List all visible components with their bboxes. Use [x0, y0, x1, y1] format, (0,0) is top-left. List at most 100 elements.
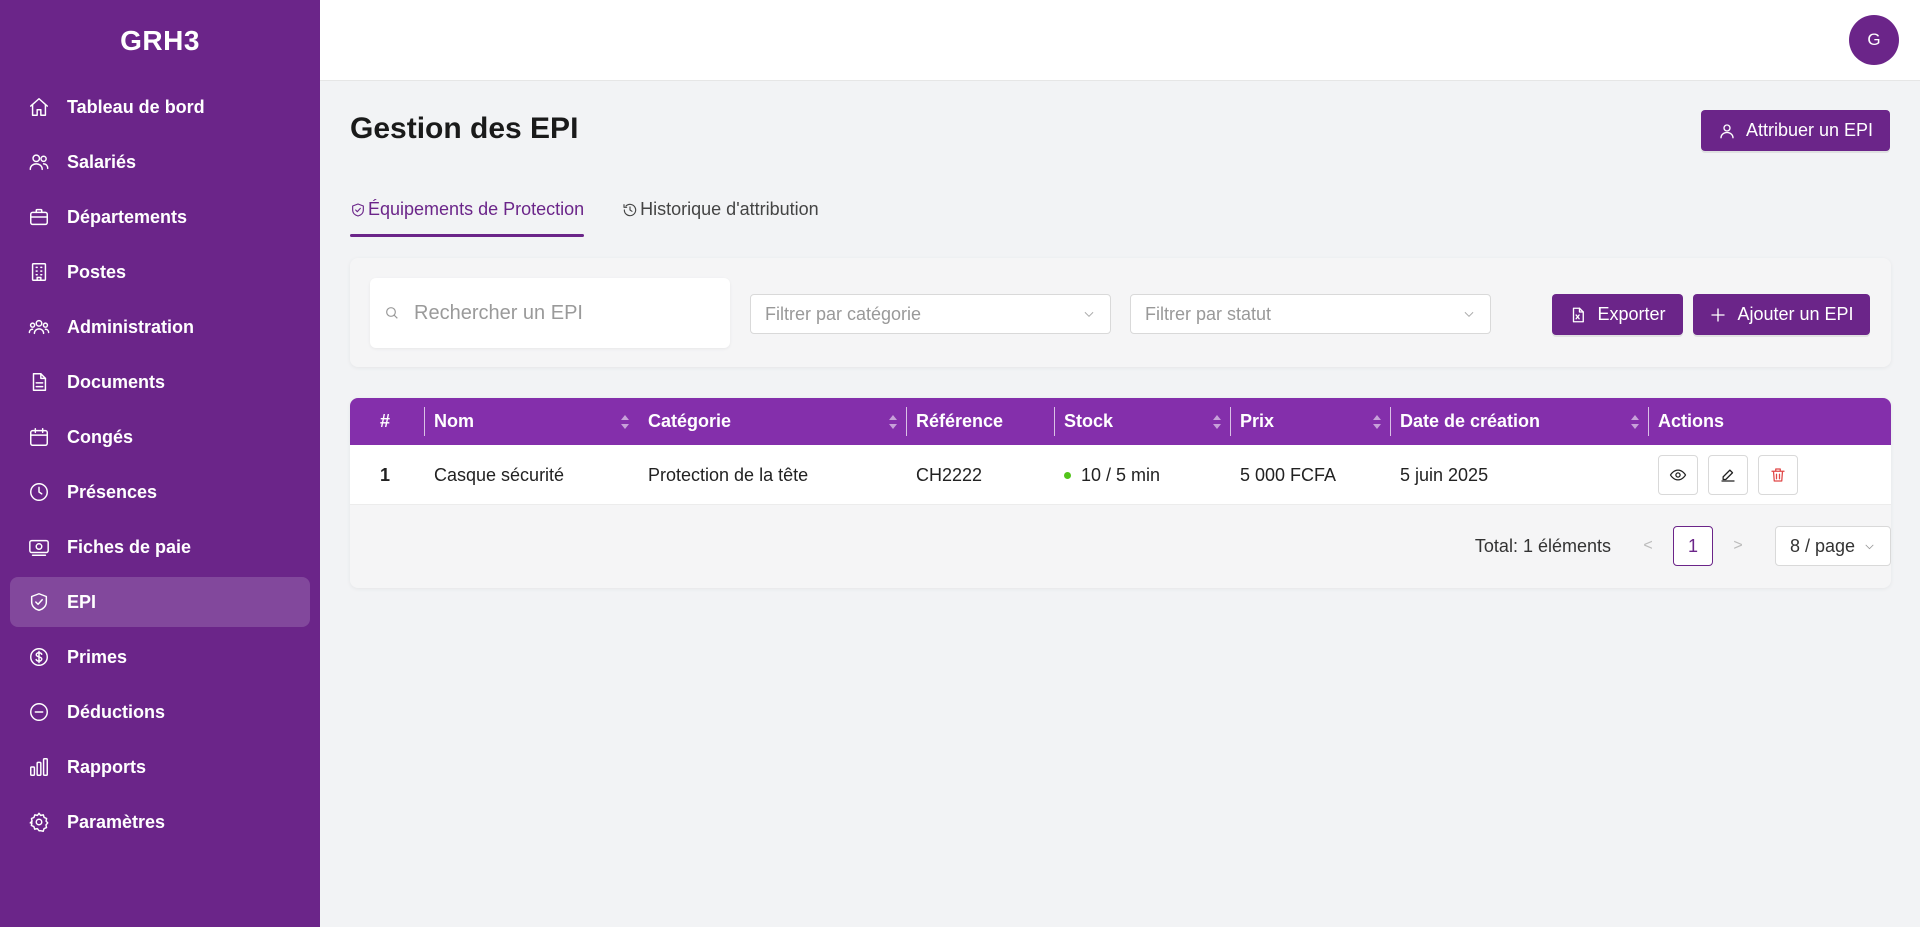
tabs: Équipements de Protection Historique d'a… — [350, 197, 857, 237]
sidebar-item-label: Documents — [67, 371, 166, 392]
sidebar-item-label: EPI — [67, 591, 97, 612]
sidebar-item-administration[interactable]: Administration — [10, 302, 310, 352]
sidebar-item-label: Déductions — [67, 701, 166, 722]
add-epi-button[interactable]: Ajouter un EPI — [1693, 294, 1870, 335]
tab-label: Équipements de Protection — [368, 199, 585, 219]
cell-categorie: Protection de la tête — [648, 464, 809, 485]
export-button[interactable]: Exporter — [1552, 294, 1683, 335]
bar-chart-icon — [27, 755, 51, 779]
filter-bar: Filtrer par catégorie Filtrer par statut… — [350, 258, 1891, 367]
tab-historique[interactable]: Historique d'attribution — [622, 197, 819, 237]
tab-label: Historique d'attribution — [640, 199, 819, 219]
sort-icon — [1372, 414, 1382, 430]
sidebar-item-label: Rapports — [67, 756, 147, 777]
sidebar-item-epi[interactable]: EPI — [10, 577, 310, 627]
cell-stock: 10 / 5 min — [1054, 445, 1230, 505]
sidebar-item-primes[interactable]: Primes — [10, 632, 310, 682]
sidebar: GRH3 Tableau de bord Salariés Départemen… — [0, 0, 320, 927]
brand-logo[interactable]: GRH3 — [0, 0, 320, 82]
epi-table: # Nom Catégorie Référence Stock Prix Dat… — [350, 398, 1891, 588]
next-page-button[interactable]: > — [1723, 526, 1753, 566]
stock-status-dot — [1064, 471, 1071, 479]
minus-circle-icon — [27, 700, 51, 724]
cell-index: 1 — [379, 464, 390, 485]
sidebar-item-label: Départements — [67, 206, 188, 227]
edit-button[interactable] — [1708, 455, 1748, 495]
column-header-date[interactable]: Date de création — [1390, 398, 1648, 445]
pagination-total: Total: 1 éléments — [1474, 535, 1611, 556]
shield-icon — [27, 590, 51, 614]
column-header-stock[interactable]: Stock — [1054, 398, 1230, 445]
search-input[interactable] — [414, 301, 704, 325]
dollar-circle-icon — [27, 645, 51, 669]
sort-icon — [1630, 414, 1640, 430]
team-icon — [27, 315, 51, 339]
column-header-label: Date de création — [1400, 411, 1541, 431]
chevron-down-icon — [1865, 544, 1874, 549]
table-header: # Nom Catégorie Référence Stock Prix Dat… — [350, 398, 1891, 445]
sidebar-item-label: Salariés — [67, 151, 137, 172]
sidebar-item-label: Fiches de paie — [67, 536, 192, 557]
assign-epi-button[interactable]: Attribuer un EPI — [1701, 110, 1890, 151]
sidebar-item-documents[interactable]: Documents — [10, 357, 310, 407]
category-filter-select[interactable]: Filtrer par catégorie — [750, 294, 1111, 334]
pencil-icon — [1721, 469, 1735, 482]
chevron-down-icon — [1464, 311, 1474, 317]
prev-page-button[interactable]: < — [1633, 526, 1663, 566]
search-box — [370, 278, 730, 348]
search-icon — [386, 307, 398, 319]
sidebar-nav: Tableau de bord Salariés Départements Po… — [0, 82, 320, 847]
sidebar-item-label: Tableau de bord — [67, 96, 205, 117]
column-header-actions: Actions — [1648, 398, 1891, 445]
sort-icon — [1212, 414, 1222, 430]
delete-button[interactable] — [1758, 455, 1798, 495]
sidebar-item-fiches-de-paie[interactable]: Fiches de paie — [10, 522, 310, 572]
status-filter-select[interactable]: Filtrer par statut — [1130, 294, 1491, 334]
calendar-icon — [27, 425, 51, 449]
column-header-categorie[interactable]: Catégorie — [638, 398, 906, 445]
status-filter-placeholder: Filtrer par statut — [1145, 303, 1272, 324]
table-row: 1 Casque sécurité Protection de la tête … — [350, 445, 1891, 505]
gear-icon — [27, 810, 51, 834]
chevron-down-icon — [1084, 311, 1094, 317]
column-header-label: Prix — [1240, 411, 1275, 431]
cell-reference: CH2222 — [916, 464, 983, 485]
banknote-icon — [27, 535, 51, 559]
home-icon — [27, 95, 51, 119]
column-header-nom[interactable]: Nom — [424, 398, 638, 445]
sidebar-item-deductions[interactable]: Déductions — [10, 687, 310, 737]
column-header-label: Nom — [434, 411, 474, 431]
trash-icon — [1771, 468, 1785, 482]
clock-icon — [27, 480, 51, 504]
assign-epi-button-label: Attribuer un EPI — [1745, 120, 1874, 140]
plus-icon — [1711, 307, 1726, 322]
shield-check-icon — [352, 203, 364, 217]
column-header-label: Catégorie — [648, 411, 732, 431]
user-icon — [1720, 123, 1734, 138]
main-content: Gestion des EPI Attribuer un EPI Équipem… — [320, 81, 1920, 927]
sidebar-item-parametres[interactable]: Paramètres — [10, 797, 310, 847]
excel-file-icon — [1573, 307, 1585, 322]
sidebar-item-presences[interactable]: Présences — [10, 467, 310, 517]
page-size-select[interactable]: 8 / page — [1775, 526, 1891, 566]
building-icon — [27, 260, 51, 284]
sidebar-item-rapports[interactable]: Rapports — [10, 742, 310, 792]
sidebar-item-postes[interactable]: Postes — [10, 247, 310, 297]
stock-value: 10 / 5 min — [1081, 464, 1161, 485]
history-icon — [623, 203, 637, 217]
top-header: G — [320, 0, 1920, 81]
avatar[interactable]: G — [1849, 15, 1899, 65]
page-size-value: 8 / page — [1790, 535, 1856, 556]
sidebar-item-label: Paramètres — [67, 811, 166, 832]
sidebar-item-label: Postes — [67, 261, 127, 282]
sidebar-item-tableau-de-bord[interactable]: Tableau de bord — [10, 82, 310, 132]
column-header-prix[interactable]: Prix — [1230, 398, 1390, 445]
sidebar-item-conges[interactable]: Congés — [10, 412, 310, 462]
cell-nom: Casque sécurité — [434, 464, 565, 485]
tab-equipements[interactable]: Équipements de Protection — [350, 197, 585, 237]
page-number-button[interactable]: 1 — [1673, 526, 1713, 566]
sidebar-item-salaries[interactable]: Salariés — [10, 137, 310, 187]
view-button[interactable] — [1658, 455, 1698, 495]
sidebar-item-label: Congés — [67, 426, 134, 447]
sidebar-item-departements[interactable]: Départements — [10, 192, 310, 242]
